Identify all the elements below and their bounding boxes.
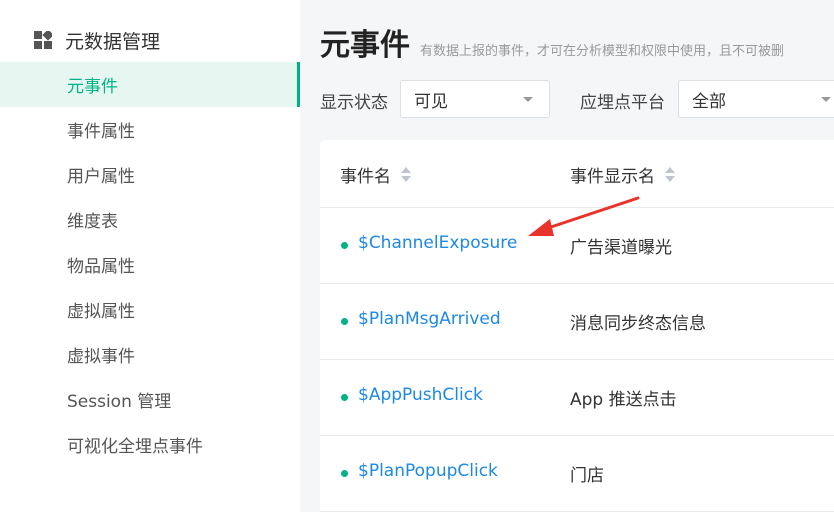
event-display-name: 消息同步终态信息: [570, 314, 706, 334]
sidebar-item-virtual-properties[interactable]: 虚拟属性: [0, 287, 300, 332]
sidebar-item-dimension-tables[interactable]: 维度表: [0, 197, 300, 242]
event-display-name: 门店: [570, 466, 604, 486]
events-table: 事件名 事件显示名 $ChannelExposure 广告渠道曝光 $PlanM…: [320, 140, 834, 512]
sidebar-item-label: 用户属性: [67, 167, 135, 187]
sidebar-item-item-properties[interactable]: 物品属性: [0, 242, 300, 287]
event-name-link[interactable]: $PlanPopupClick: [358, 461, 498, 481]
sidebar-item-user-properties[interactable]: 用户属性: [0, 152, 300, 197]
sidebar: 元数据管理 元事件 事件属性 用户属性 维度表 物品属性 虚拟属性 虚拟事件 S…: [0, 0, 300, 512]
sidebar-item-label: Session 管理: [67, 392, 172, 412]
event-name-link[interactable]: $ChannelExposure: [358, 233, 517, 253]
platform-select-value: 全部: [692, 91, 726, 112]
sort-icon[interactable]: [401, 166, 411, 182]
column-header-display-name[interactable]: 事件显示名: [570, 140, 675, 208]
event-display-name: 广告渠道曝光: [570, 238, 672, 258]
sidebar-item-label: 虚拟属性: [67, 302, 135, 322]
sidebar-item-virtual-events[interactable]: 虚拟事件: [0, 332, 300, 377]
status-select-value: 可见: [414, 91, 448, 112]
column-header-label: 事件显示名: [570, 166, 655, 187]
status-select[interactable]: 可见: [400, 80, 550, 118]
platform-filter-label: 应埋点平台: [580, 93, 665, 113]
sidebar-item-label: 维度表: [67, 212, 118, 232]
table-row: $PlanMsgArrived 消息同步终态信息: [320, 284, 834, 360]
status-dot: [341, 394, 348, 401]
grid-icon: [34, 31, 52, 49]
sidebar-item-label: 物品属性: [67, 257, 135, 277]
main-content: 元事件 有数据上报的事件，才可在分析模型和权限中使用，且不可被删 显示状态 可见…: [300, 0, 834, 512]
sidebar-item-meta-events[interactable]: 元事件: [0, 62, 300, 107]
table-row: $PlanPopupClick 门店: [320, 436, 834, 512]
column-header-event-name[interactable]: 事件名: [340, 140, 411, 208]
sidebar-header[interactable]: 元数据管理: [34, 26, 160, 54]
table-row: $AppPushClick App 推送点击: [320, 360, 834, 436]
event-display-name: App 推送点击: [570, 390, 677, 410]
caret-down-icon: [523, 97, 533, 102]
status-filter-label: 显示状态: [320, 93, 388, 113]
sidebar-item-visual-tracking-events[interactable]: 可视化全埋点事件: [0, 422, 300, 467]
caret-down-icon: [821, 97, 831, 102]
platform-select[interactable]: 全部: [678, 80, 834, 118]
sidebar-item-label: 元事件: [67, 77, 118, 97]
sidebar-item-label: 可视化全埋点事件: [67, 437, 203, 457]
column-header-label: 事件名: [340, 166, 391, 187]
sidebar-item-label: 事件属性: [67, 122, 135, 142]
sidebar-header-label: 元数据管理: [65, 30, 161, 53]
sidebar-item-label: 虚拟事件: [67, 347, 135, 367]
table-row: $ChannelExposure 广告渠道曝光: [320, 208, 834, 284]
status-dot: [341, 318, 348, 325]
sidebar-item-event-properties[interactable]: 事件属性: [0, 107, 300, 152]
sidebar-item-session-management[interactable]: Session 管理: [0, 377, 300, 422]
page-title: 元事件: [320, 28, 410, 63]
event-name-link[interactable]: $PlanMsgArrived: [358, 309, 501, 329]
sort-icon[interactable]: [665, 166, 675, 182]
status-dot: [341, 470, 348, 477]
page-description: 有数据上报的事件，才可在分析模型和权限中使用，且不可被删: [420, 44, 785, 59]
event-name-link[interactable]: $AppPushClick: [358, 385, 483, 405]
status-dot: [341, 242, 348, 249]
